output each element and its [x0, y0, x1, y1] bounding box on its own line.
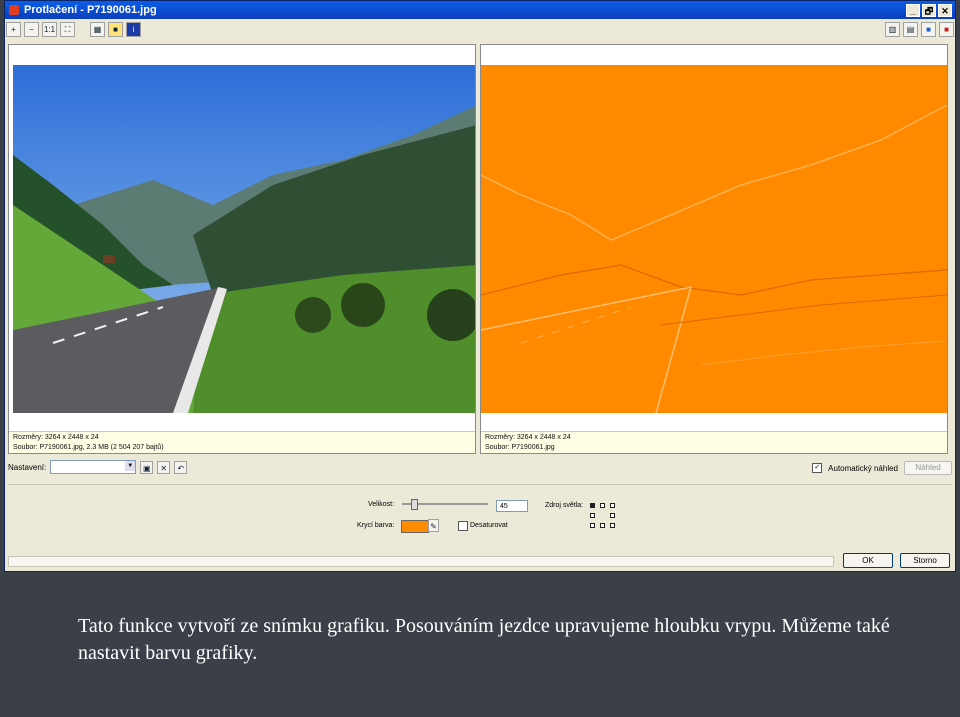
- image-view-icon[interactable]: ▦: [90, 22, 105, 37]
- result-info: Rozměry: 3264 x 2448 x 24 Soubor: P71900…: [481, 431, 947, 453]
- progress-bar: [8, 556, 834, 567]
- minimize-button[interactable]: _: [906, 3, 920, 17]
- light-source-label: Zdroj světla:: [545, 502, 584, 509]
- result-file: Soubor: P7190061.jpg: [485, 444, 555, 451]
- zoom-out-icon[interactable]: −: [24, 22, 39, 37]
- auto-preview-label: Automatický náhled: [828, 463, 898, 473]
- cancel-button[interactable]: Storno: [900, 553, 950, 568]
- highlight-icon[interactable]: ■: [108, 22, 123, 37]
- save-icon[interactable]: ▣: [140, 460, 154, 474]
- delete-icon[interactable]: ✕: [157, 460, 171, 474]
- toolbar-right: ▥ ▤ ■ ■: [885, 22, 954, 37]
- fill-color-label: Krycí barva:: [357, 522, 395, 529]
- slide-caption: Tato funkce vytvoří ze snímku grafiku. P…: [78, 615, 890, 664]
- auto-preview-checkbox[interactable]: ✓: [812, 463, 823, 473]
- original-dimensions: Rozměry: 3264 x 2448 x 24: [13, 434, 99, 441]
- original-image-pane: Rozměry: 3264 x 2448 x 24 Soubor: P71900…: [8, 44, 476, 454]
- original-photo: [13, 65, 475, 413]
- desaturate-checkbox[interactable]: [458, 521, 468, 531]
- undo-icon[interactable]: ↶: [174, 460, 188, 474]
- stacked-icon[interactable]: ▤: [903, 22, 918, 37]
- app-icon: [9, 5, 19, 15]
- light-source-grid[interactable]: [590, 503, 616, 529]
- window-title: Protlačení - P7190061.jpg: [24, 4, 157, 16]
- fit-window-icon[interactable]: ⛶: [60, 22, 75, 37]
- preview-only-icon[interactable]: ■: [939, 22, 954, 37]
- result-image-pane: Rozměry: 3264 x 2448 x 24 Soubor: P71900…: [480, 44, 948, 454]
- chevron-down-icon: ▼: [125, 461, 136, 471]
- single-view-icon[interactable]: ■: [921, 22, 936, 37]
- close-button[interactable]: ✕: [938, 3, 952, 17]
- embossed-preview: [481, 65, 947, 413]
- title-bar: Protlačení - P7190061.jpg _ 🗗 ✕: [5, 1, 955, 19]
- settings-select[interactable]: ▼: [50, 460, 137, 474]
- result-dimensions: Rozměry: 3264 x 2448 x 24: [485, 434, 571, 441]
- toolbar-left: + − 1:1 ⛶ ▦ ■ i: [6, 22, 141, 37]
- settings-row: Nastavení: ▼ ▣ ✕ ↶: [8, 460, 188, 474]
- size-slider-thumb[interactable]: [411, 499, 418, 510]
- zoom-in-icon[interactable]: +: [6, 22, 21, 37]
- original-info: Rozměry: 3264 x 2448 x 24 Soubor: P71900…: [9, 431, 475, 453]
- original-file: Soubor: P7190061.jpg, 2.3 MB (2 504 207 …: [13, 444, 164, 451]
- fill-color-swatch[interactable]: [401, 520, 429, 533]
- actual-size-icon[interactable]: 1:1: [42, 22, 57, 37]
- desaturate-label: Desaturovat: [470, 522, 508, 529]
- restore-button[interactable]: 🗗: [922, 3, 936, 17]
- divider: [8, 484, 952, 485]
- ok-button[interactable]: OK: [843, 553, 893, 568]
- eyedropper-icon[interactable]: ✎: [428, 519, 439, 532]
- info-icon[interactable]: i: [126, 22, 141, 37]
- size-label: Velikost:: [368, 501, 395, 508]
- settings-label: Nastavení:: [8, 462, 47, 472]
- preview-button[interactable]: Náhled: [904, 461, 952, 475]
- size-spinbox[interactable]: 45: [496, 500, 528, 512]
- auto-preview-row: ✓ Automatický náhled Náhled: [812, 461, 952, 475]
- side-by-side-icon[interactable]: ▥: [885, 22, 900, 37]
